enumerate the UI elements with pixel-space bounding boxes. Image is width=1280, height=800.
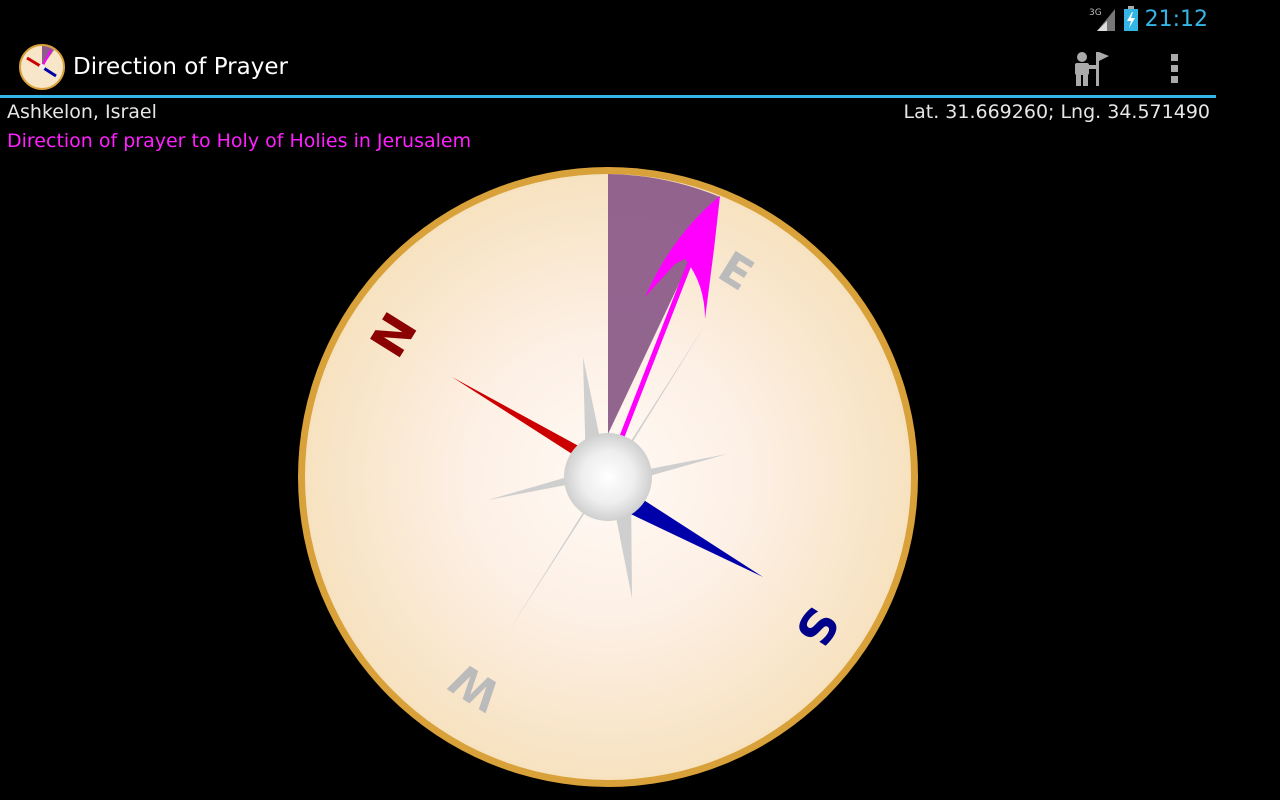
compass: N E S W [295, 164, 921, 790]
signal-3g-icon: 3G [1089, 8, 1115, 31]
clock: 21:12 [1144, 6, 1208, 32]
compass-hub [564, 433, 652, 521]
status-icons: 3G 21:12 [1089, 4, 1208, 34]
coordinates-label: Lat. 31.669260; Lng. 34.571490 [903, 101, 1210, 123]
network-type-label: 3G [1089, 8, 1102, 18]
app-icon[interactable] [19, 44, 65, 90]
direction-description: Direction of prayer to Holy of Holies in… [7, 130, 472, 152]
action-bar-divider [0, 95, 1216, 98]
status-bar: 3G 21:12 [0, 0, 1216, 38]
person-with-flag-icon [1075, 52, 1109, 86]
battery-charging-icon [1123, 6, 1138, 31]
overflow-menu-icon [1171, 54, 1178, 83]
location-button[interactable] [1069, 48, 1113, 88]
location-name: Ashkelon, Israel [7, 101, 157, 123]
app-title: Direction of Prayer [73, 54, 288, 80]
overflow-menu-button[interactable] [1158, 48, 1192, 88]
